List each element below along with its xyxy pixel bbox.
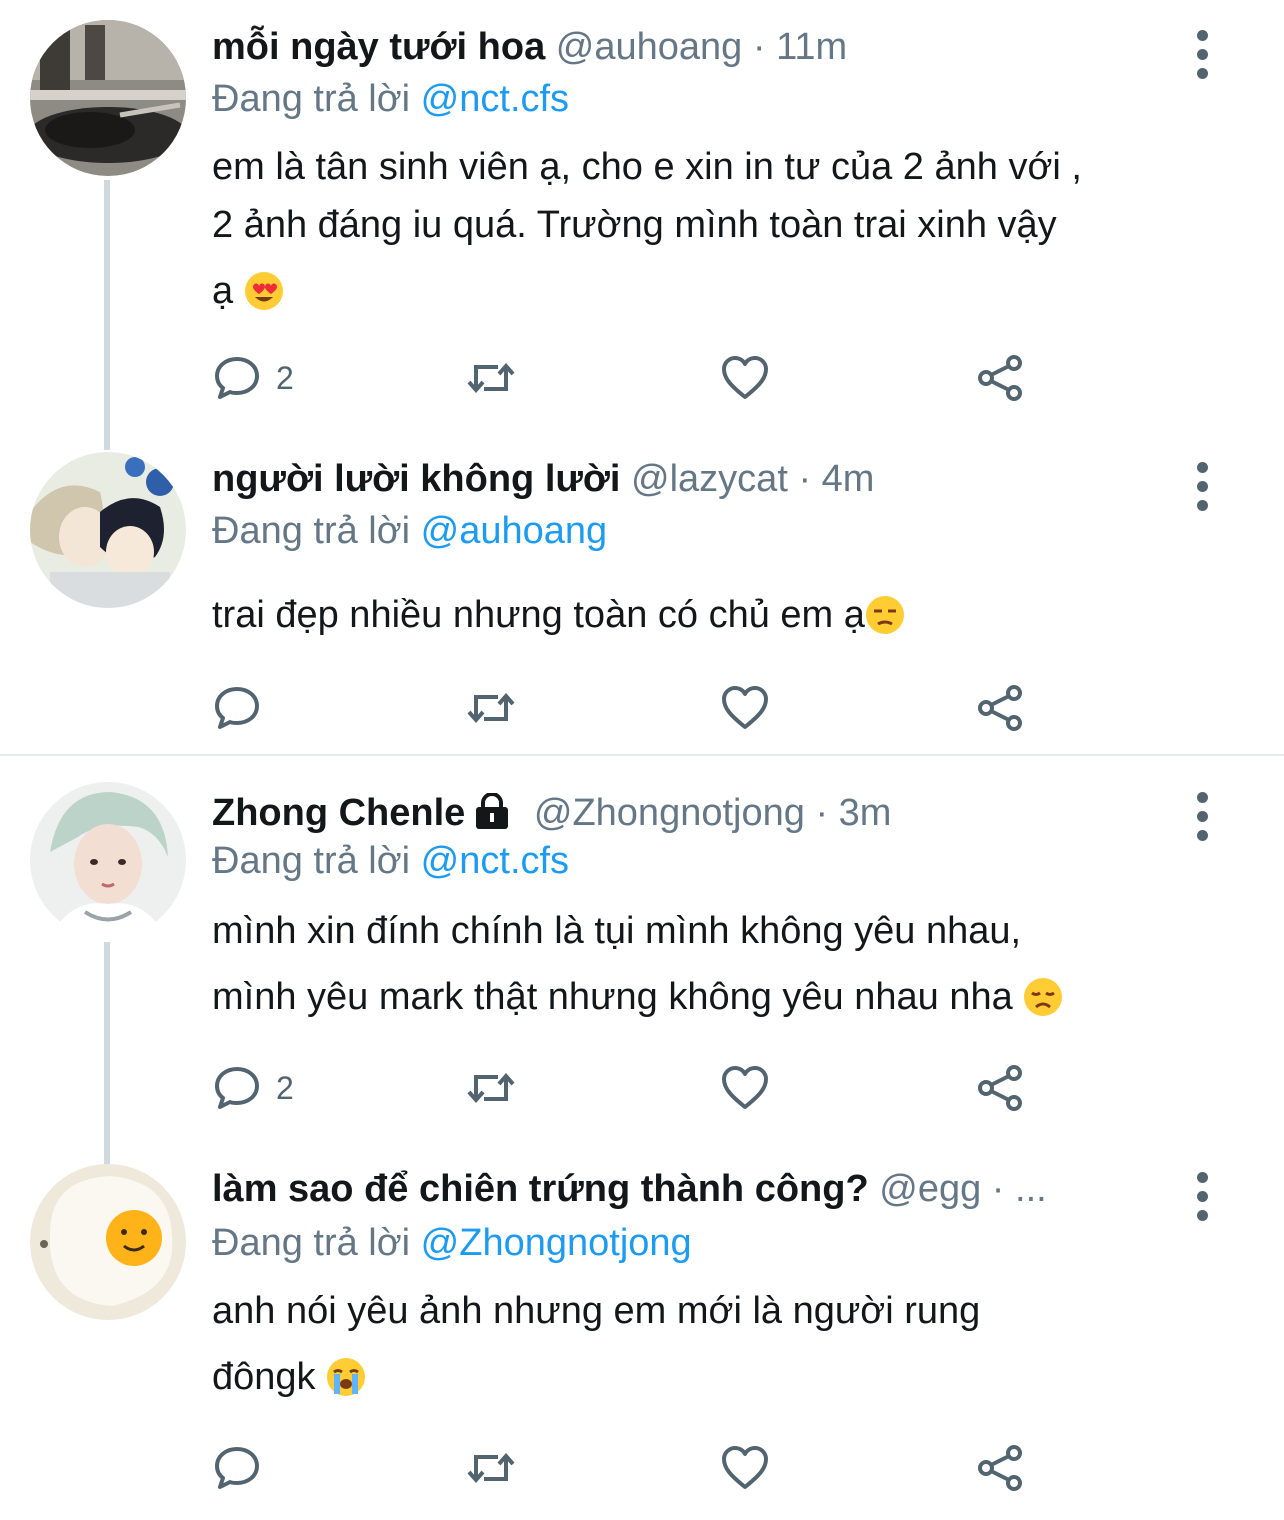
separator: · (815, 792, 829, 834)
display-name[interactable]: người lười không lười (212, 458, 620, 500)
tweet-header: Zhong Chenle @Zhongnotjong · 3m (212, 790, 1164, 840)
text-line: em là tân sinh viên ạ, cho e xin in tư c… (212, 146, 1082, 188)
text-line: mình xin đính chính là tụi mình không yê… (212, 910, 1022, 952)
avatar[interactable] (30, 782, 186, 938)
reply-icon (215, 1447, 259, 1489)
handle[interactable]: @egg (879, 1168, 981, 1210)
timestamp[interactable]: 4m (822, 458, 875, 500)
retweet-button[interactable] (466, 1062, 516, 1114)
disappointed-emoji (1023, 976, 1063, 1034)
like-button[interactable] (720, 1442, 770, 1494)
like-icon (722, 1446, 768, 1489)
share-button[interactable] (976, 1062, 1026, 1114)
retweet-icon (467, 692, 515, 724)
share-icon (978, 1445, 1022, 1491)
replying-prefix: Đang trả lời (212, 840, 411, 882)
tweet-3[interactable]: Zhong Chenle @Zhongnotjong · 3m Đang trả… (0, 756, 1284, 1172)
share-button[interactable] (976, 352, 1026, 404)
tweet-header: người lười không lười @lazycat · 4m (212, 456, 1164, 502)
retweet-icon (467, 1072, 515, 1104)
more-icon[interactable] (1186, 790, 1220, 850)
replying-to: Đang trả lời @nct.cfs (212, 76, 569, 122)
retweet-icon (467, 362, 515, 394)
reply-count: 2 (276, 359, 294, 396)
share-icon (978, 355, 1022, 401)
handle[interactable]: @auhoang (556, 26, 743, 68)
thread-line (104, 180, 110, 450)
avatar[interactable] (30, 20, 186, 176)
like-button[interactable] (720, 682, 770, 734)
tweet-header: làm sao để chiên trứng thành công? @egg … (212, 1166, 1164, 1212)
heart-eyes-emoji (244, 270, 284, 328)
replying-to: Đang trả lời @auhoang (212, 508, 607, 554)
tweet-text: mình xin đính chính là tụi mình không yê… (212, 902, 1212, 1034)
replying-prefix: Đang trả lời (212, 1222, 411, 1264)
separator: · (798, 458, 812, 500)
reply-button[interactable]: 2 (212, 1062, 294, 1114)
tweet-1[interactable]: mỗi ngày tưới hoa @auhoang · 11m Đang tr… (0, 0, 1284, 450)
reply-button[interactable] (212, 682, 276, 734)
display-name[interactable]: làm sao để chiên trứng thành công? (212, 1168, 869, 1210)
more-icon[interactable] (1186, 1170, 1220, 1230)
separator: · (752, 26, 766, 68)
tweet-header: mỗi ngày tưới hoa @auhoang · 11m (212, 24, 1164, 70)
more-icon[interactable] (1186, 460, 1220, 520)
retweet-button[interactable] (466, 352, 516, 404)
unamused-emoji (865, 594, 905, 652)
display-name[interactable]: Zhong Chenle (212, 792, 465, 834)
tweet-2[interactable]: người lười không lười @lazycat · 4m Đang… (0, 440, 1284, 754)
replying-prefix: Đang trả lời (212, 78, 411, 120)
lock-icon (473, 792, 511, 840)
mention-link[interactable]: @nct.cfs (421, 78, 569, 120)
share-button[interactable] (976, 682, 1026, 734)
display-name[interactable]: mỗi ngày tưới hoa (212, 26, 545, 68)
crying-emoji (326, 1356, 366, 1414)
separator: · (991, 1168, 1005, 1210)
mention-link[interactable]: @nct.cfs (421, 840, 569, 882)
like-button[interactable] (720, 1062, 770, 1114)
tweet-text: trai đẹp nhiều nhưng toàn có chủ em ạ (212, 586, 1212, 652)
timestamp[interactable]: ... (1015, 1168, 1047, 1210)
tweet-text: em là tân sinh viên ạ, cho e xin in tư c… (212, 138, 1212, 328)
replying-to: Đang trả lời @Zhongnotjong (212, 1220, 692, 1266)
text-line: mình yêu mark thật nhưng không yêu nhau … (212, 968, 1212, 1034)
replying-prefix: Đang trả lời (212, 510, 411, 552)
retweet-button[interactable] (466, 682, 516, 734)
mention-link[interactable]: @auhoang (421, 510, 608, 552)
reply-button[interactable] (212, 1442, 276, 1494)
reply-icon (215, 1067, 259, 1109)
like-icon (722, 1066, 768, 1109)
text-line: ạ (212, 262, 1212, 328)
tweet-4[interactable]: làm sao để chiên trứng thành công? @egg … (0, 1160, 1284, 1520)
thread-line (104, 942, 110, 1172)
replying-to: Đang trả lời @nct.cfs (212, 838, 569, 884)
retweet-icon (467, 1452, 515, 1484)
avatar[interactable] (30, 452, 186, 608)
text-line: 2 ảnh đáng iu quá. Trường mình toàn trai… (212, 204, 1057, 246)
share-button[interactable] (976, 1442, 1026, 1494)
text-line: trai đẹp nhiều nhưng toàn có chủ em ạ (212, 586, 1212, 652)
retweet-button[interactable] (466, 1442, 516, 1494)
share-icon (978, 685, 1022, 731)
handle[interactable]: @lazycat (631, 458, 788, 500)
like-button[interactable] (720, 352, 770, 404)
handle[interactable]: @Zhongnotjong (534, 792, 805, 834)
reply-icon (215, 687, 259, 729)
timestamp[interactable]: 11m (776, 26, 847, 68)
reply-button[interactable]: 2 (212, 352, 294, 404)
avatar[interactable] (30, 1164, 186, 1320)
reply-count: 2 (276, 1069, 294, 1106)
more-icon[interactable] (1186, 28, 1220, 88)
like-icon (722, 686, 768, 729)
reply-icon (215, 357, 259, 399)
text-line: anh nói yêu ảnh nhưng em mới là người ru… (212, 1290, 981, 1332)
timestamp[interactable]: 3m (839, 792, 892, 834)
text-line: đôngk (212, 1348, 1212, 1414)
tweet-text: anh nói yêu ảnh nhưng em mới là người ru… (212, 1282, 1212, 1414)
mention-link[interactable]: @Zhongnotjong (421, 1222, 692, 1264)
share-icon (978, 1065, 1022, 1111)
like-icon (722, 356, 768, 399)
